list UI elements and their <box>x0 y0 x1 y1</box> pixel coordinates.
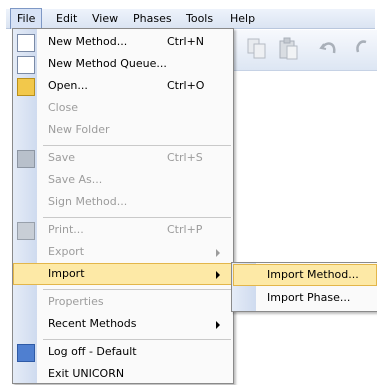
save-icon <box>17 150 35 168</box>
print-icon <box>17 222 35 240</box>
menu-item-new-folder[interactable]: New Folder <box>13 119 233 141</box>
menu-item-sign-method[interactable]: Sign Method... <box>13 191 233 213</box>
menu-item-save[interactable]: Save Ctrl+S <box>13 147 233 169</box>
menu-item-label: Recent Methods <box>48 317 137 330</box>
menu-item-log-off[interactable]: Log off - Default <box>13 341 233 363</box>
menu-item-label: New Method... <box>48 35 128 48</box>
menu-item-label: Exit UNICORN <box>48 367 125 380</box>
menu-item-label: Import <box>48 267 85 280</box>
menu-tools[interactable]: Tools <box>180 9 219 28</box>
menu-item-shortcut: Ctrl+N <box>167 35 205 48</box>
menu-item-new-method-queue[interactable]: New Method Queue... <box>13 53 233 75</box>
menu-item-recent-methods[interactable]: Recent Methods <box>13 313 233 335</box>
menu-item-label: Save As... <box>48 173 103 186</box>
menu-item-label: New Folder <box>48 123 110 136</box>
toolbar <box>234 30 377 71</box>
undo-icon[interactable] <box>318 36 340 62</box>
menu-separator <box>43 217 231 218</box>
submenu-arrow-icon <box>216 249 220 257</box>
menu-view[interactable]: View <box>86 9 124 28</box>
menu-item-shortcut: Ctrl+S <box>167 151 203 164</box>
menu-item-import[interactable]: Import <box>13 263 233 285</box>
open-folder-icon <box>17 78 35 96</box>
menu-item-close[interactable]: Close <box>13 97 233 119</box>
menu-item-print[interactable]: Print... Ctrl+P <box>13 219 233 241</box>
menu-item-import-method[interactable]: Import Method... <box>233 264 377 286</box>
menu-item-label: Properties <box>48 295 104 308</box>
menu-help[interactable]: Help <box>224 9 261 28</box>
new-method-queue-icon <box>17 56 35 74</box>
menu-item-shortcut: Ctrl+O <box>167 79 205 92</box>
menu-separator <box>43 339 231 340</box>
menu-item-label: Close <box>48 101 78 114</box>
menu-item-label: Save <box>48 151 76 164</box>
menu-item-label: Print... <box>48 223 84 236</box>
menu-item-label: Sign Method... <box>48 195 128 208</box>
menu-item-shortcut: Ctrl+P <box>167 223 203 236</box>
submenu-arrow-icon <box>216 321 220 329</box>
file-menu-dropdown: New Method... Ctrl+N New Method Queue...… <box>12 28 234 384</box>
import-submenu: Import Method... Import Phase... <box>231 262 377 312</box>
menu-item-import-phase[interactable]: Import Phase... <box>233 287 377 309</box>
menu-item-label: Import Method... <box>267 268 359 281</box>
menu-item-open[interactable]: Open... Ctrl+O <box>13 75 233 97</box>
menu-bar: File Edit View Phases Tools Help <box>6 8 375 29</box>
menu-item-label: Log off - Default <box>48 345 137 358</box>
redo-icon[interactable] <box>352 36 374 62</box>
menu-item-label: Import Phase... <box>267 291 351 304</box>
menu-phases[interactable]: Phases <box>127 9 178 28</box>
menu-item-label: Open... <box>48 79 88 92</box>
menu-item-properties[interactable]: Properties <box>13 291 233 313</box>
copy-icon[interactable] <box>246 36 268 62</box>
menu-separator <box>43 145 231 146</box>
submenu-arrow-icon <box>216 271 220 279</box>
menu-file[interactable]: File <box>10 8 43 29</box>
menu-item-exit[interactable]: Exit UNICORN <box>13 363 233 385</box>
menu-separator <box>43 289 231 290</box>
menu-item-label: Export <box>48 245 85 258</box>
new-method-icon <box>17 34 35 52</box>
menu-item-save-as[interactable]: Save As... <box>13 169 233 191</box>
menu-item-export[interactable]: Export <box>13 241 233 263</box>
menu-item-label: New Method Queue... <box>48 57 167 70</box>
menu-item-new-method[interactable]: New Method... Ctrl+N <box>13 31 233 53</box>
log-off-icon <box>17 344 35 362</box>
menu-edit[interactable]: Edit <box>50 9 83 28</box>
paste-icon[interactable] <box>278 36 300 62</box>
